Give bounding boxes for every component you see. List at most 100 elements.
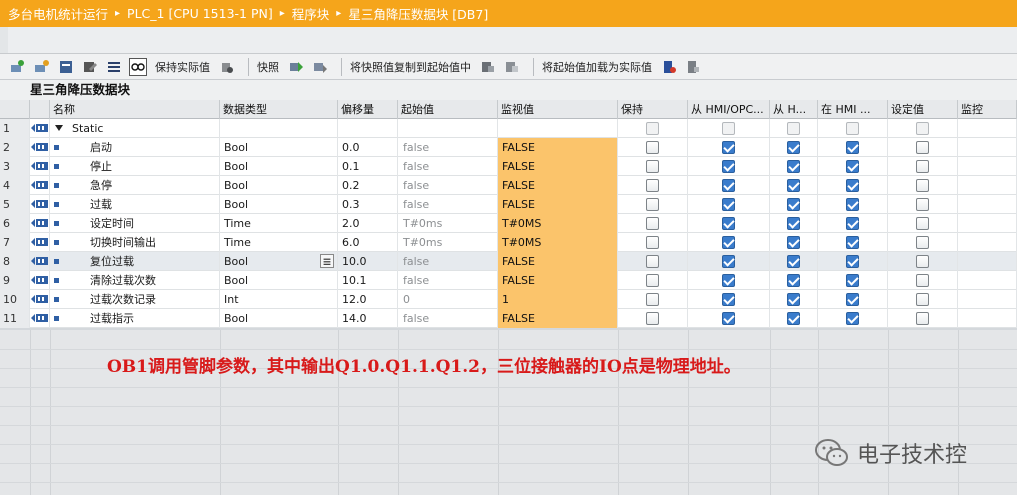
data-type[interactable]: Bool xyxy=(220,157,338,176)
start-value[interactable]: T#0ms xyxy=(398,233,498,252)
data-type[interactable]: Bool xyxy=(220,271,338,290)
variable-name[interactable]: Static xyxy=(50,119,220,138)
header-data-type[interactable]: 数据类型 xyxy=(220,100,338,119)
data-type[interactable] xyxy=(220,119,338,138)
data-type[interactable]: Bool xyxy=(220,176,338,195)
hmi-visible-checkbox[interactable] xyxy=(846,217,859,230)
header-hmi-opc-accessible[interactable]: 从 HMI/OPC... xyxy=(688,100,770,119)
variable-name[interactable]: 过载指示 xyxy=(50,309,220,328)
header-retain[interactable]: 保持 xyxy=(618,100,688,119)
snapshot-icon[interactable] xyxy=(287,58,305,76)
retain-checkbox[interactable] xyxy=(646,198,659,211)
start-value[interactable]: false xyxy=(398,195,498,214)
variable-name[interactable]: 急停 xyxy=(50,176,220,195)
hmi-writable-checkbox[interactable] xyxy=(787,141,800,154)
retain-checkbox[interactable] xyxy=(646,179,659,192)
start-value[interactable]: false xyxy=(398,309,498,328)
data-type[interactable]: Bool xyxy=(220,309,338,328)
data-type[interactable]: Bool xyxy=(220,252,338,271)
data-type[interactable]: Time xyxy=(220,214,338,233)
hmi-writable-checkbox[interactable] xyxy=(787,179,800,192)
edit-block-icon[interactable] xyxy=(81,58,99,76)
keep-values-icon[interactable] xyxy=(218,58,236,76)
table-row[interactable]: 10 过载次数记录 Int 12.0 0 1 xyxy=(0,290,1017,309)
load-start-as-actual-button[interactable]: 将起始值加载为实际值 xyxy=(542,59,652,75)
keep-actual-values-button[interactable]: 保持实际值 xyxy=(155,59,210,75)
hmi-writable-checkbox[interactable] xyxy=(787,236,800,249)
header-name[interactable]: 名称 xyxy=(50,100,220,119)
start-value[interactable] xyxy=(398,119,498,138)
table-row[interactable]: 9 清除过载次数 Bool 10.1 false FALSE xyxy=(0,271,1017,290)
breadcrumb-project[interactable]: 多台电机统计运行 xyxy=(8,4,108,23)
hmi-opc-accessible-checkbox[interactable] xyxy=(722,179,735,192)
retain-checkbox[interactable] xyxy=(646,122,659,135)
setpoint-checkbox[interactable] xyxy=(916,179,929,192)
variable-name[interactable]: 过载次数记录 xyxy=(50,290,220,309)
setpoint-checkbox[interactable] xyxy=(916,274,929,287)
header-monitor-value[interactable]: 监视值 xyxy=(498,100,618,119)
variable-name[interactable]: 停止 xyxy=(50,157,220,176)
hmi-writable-checkbox[interactable] xyxy=(787,293,800,306)
db-block-icon[interactable] xyxy=(57,58,75,76)
copy-to-start-alt-icon[interactable] xyxy=(503,58,521,76)
table-row[interactable]: 4 急停 Bool 0.2 false FALSE xyxy=(0,176,1017,195)
hmi-writable-checkbox[interactable] xyxy=(787,122,800,135)
retain-checkbox[interactable] xyxy=(646,274,659,287)
list-view-icon[interactable] xyxy=(105,58,123,76)
table-row[interactable]: 6 设定时间 Time 2.0 T#0ms T#0MS xyxy=(0,214,1017,233)
hmi-opc-accessible-checkbox[interactable] xyxy=(722,293,735,306)
setpoint-checkbox[interactable] xyxy=(916,236,929,249)
table-row[interactable]: 7 切换时间输出 Time 6.0 T#0ms T#0MS xyxy=(0,233,1017,252)
setpoint-checkbox[interactable] xyxy=(916,141,929,154)
hmi-opc-accessible-checkbox[interactable] xyxy=(722,198,735,211)
setpoint-checkbox[interactable] xyxy=(916,217,929,230)
start-value[interactable]: false xyxy=(398,138,498,157)
setpoint-checkbox[interactable] xyxy=(916,312,929,325)
data-type[interactable]: Bool xyxy=(220,138,338,157)
load-values-icon[interactable] xyxy=(660,58,678,76)
hmi-visible-checkbox[interactable] xyxy=(846,198,859,211)
hmi-visible-checkbox[interactable] xyxy=(846,255,859,268)
retain-checkbox[interactable] xyxy=(646,293,659,306)
header-setpoint[interactable]: 设定值 xyxy=(888,100,958,119)
hmi-visible-checkbox[interactable] xyxy=(846,122,859,135)
hmi-opc-accessible-checkbox[interactable] xyxy=(722,312,735,325)
header-monitoring[interactable]: 监控 xyxy=(958,100,1017,119)
hmi-opc-accessible-checkbox[interactable] xyxy=(722,160,735,173)
start-value[interactable]: 0 xyxy=(398,290,498,309)
table-row[interactable]: 5 过载 Bool 0.3 false FALSE xyxy=(0,195,1017,214)
variable-name[interactable]: 清除过载次数 xyxy=(50,271,220,290)
hmi-writable-checkbox[interactable] xyxy=(787,274,800,287)
setpoint-checkbox[interactable] xyxy=(916,293,929,306)
retain-checkbox[interactable] xyxy=(646,141,659,154)
table-row[interactable]: 3 停止 Bool 0.1 false FALSE xyxy=(0,157,1017,176)
expand-triangle-icon[interactable] xyxy=(55,125,63,131)
variable-name[interactable]: 设定时间 xyxy=(50,214,220,233)
breadcrumb-program-blocks[interactable]: 程序块 xyxy=(292,4,330,23)
hmi-writable-checkbox[interactable] xyxy=(787,255,800,268)
setpoint-checkbox[interactable] xyxy=(916,255,929,268)
table-row[interactable]: 8 复位过载 Bool 10.0 false FALSE xyxy=(0,252,1017,271)
hmi-opc-accessible-checkbox[interactable] xyxy=(722,236,735,249)
start-value[interactable]: false xyxy=(398,271,498,290)
snapshot-button[interactable]: 快照 xyxy=(257,59,279,75)
hmi-writable-checkbox[interactable] xyxy=(787,198,800,211)
start-value[interactable]: false xyxy=(398,176,498,195)
hmi-visible-checkbox[interactable] xyxy=(846,141,859,154)
hmi-opc-accessible-checkbox[interactable] xyxy=(722,141,735,154)
table-row[interactable]: 11 过载指示 Bool 14.0 false FALSE xyxy=(0,309,1017,328)
hmi-visible-checkbox[interactable] xyxy=(846,274,859,287)
variable-name[interactable]: 复位过载 xyxy=(50,252,220,271)
retain-checkbox[interactable] xyxy=(646,236,659,249)
hmi-opc-accessible-checkbox[interactable] xyxy=(722,122,735,135)
data-type[interactable]: Time xyxy=(220,233,338,252)
hmi-opc-accessible-checkbox[interactable] xyxy=(722,217,735,230)
table-row[interactable]: 1 Static xyxy=(0,119,1017,138)
retain-checkbox[interactable] xyxy=(646,312,659,325)
hmi-writable-checkbox[interactable] xyxy=(787,160,800,173)
start-value[interactable]: false xyxy=(398,252,498,271)
retain-checkbox[interactable] xyxy=(646,255,659,268)
hmi-visible-checkbox[interactable] xyxy=(846,312,859,325)
start-value[interactable]: false xyxy=(398,157,498,176)
setpoint-checkbox[interactable] xyxy=(916,160,929,173)
